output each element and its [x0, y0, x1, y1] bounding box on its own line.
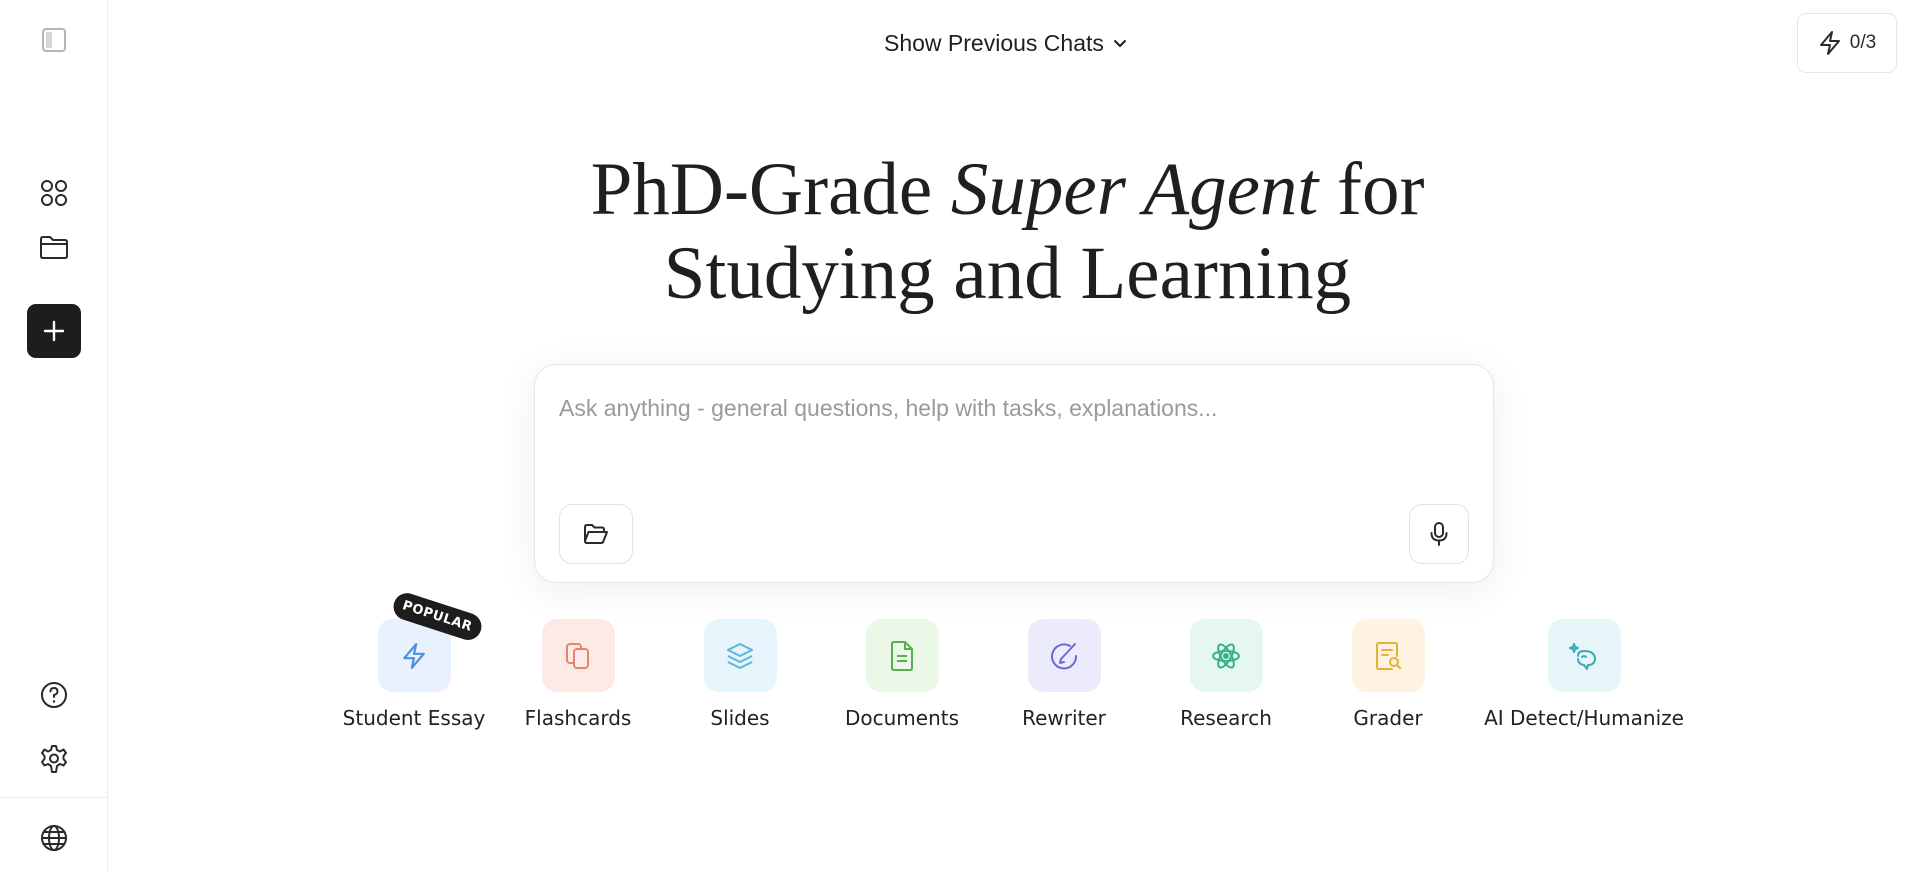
tool-label: Rewriter [1022, 706, 1106, 730]
document-icon [891, 640, 913, 671]
panel-toggle-icon[interactable] [27, 13, 81, 67]
title-line-2: Studying and Learning [663, 232, 1352, 315]
settings-icon[interactable] [27, 732, 81, 786]
tool-label: Slides [710, 706, 770, 730]
bolt-icon [403, 642, 425, 669]
tool-ai-detect-humanize[interactable]: AI Detect/Humanize [1484, 619, 1684, 730]
bolt-icon [1819, 31, 1840, 55]
tool-rewriter[interactable]: Rewriter [1022, 619, 1106, 730]
tool-grader-tile [1351, 619, 1425, 692]
new-chat-button[interactable] [27, 304, 81, 358]
tool-research[interactable]: Research [1180, 619, 1272, 730]
apps-grid-icon[interactable] [27, 166, 81, 220]
show-previous-chats-button[interactable]: Show Previous Chats [884, 24, 1128, 62]
prompt-input[interactable] [559, 395, 1459, 455]
humanize-icon [1569, 642, 1596, 670]
sidebar-divider [0, 797, 108, 798]
globe-icon[interactable] [27, 811, 81, 865]
tool-label: Student Essay [342, 706, 486, 730]
tool-documents[interactable]: Documents [845, 619, 959, 730]
help-icon[interactable] [27, 668, 81, 722]
cards-icon [566, 642, 589, 669]
atom-icon [1212, 642, 1240, 669]
tool-student-essay[interactable]: POPULAR Student Essay [343, 589, 485, 730]
chevron-down-icon [1113, 40, 1126, 47]
folder-icon[interactable] [27, 220, 81, 274]
title-italic: Super Agent [950, 148, 1319, 231]
tool-label: AI Detect/Humanize [1484, 706, 1684, 730]
tool-label: Research [1180, 706, 1272, 730]
tool-label: Documents [844, 706, 960, 730]
credits-button[interactable]: 0/3 [1797, 13, 1897, 73]
tool-slides-tile [703, 619, 777, 692]
page-title: PhD-Grade Super Agent for Studying and L… [480, 148, 1535, 316]
folder-open-icon [584, 524, 608, 544]
voice-input-button[interactable] [1409, 504, 1469, 564]
tool-research-tile [1189, 619, 1263, 692]
previous-chats-label: Show Previous Chats [884, 29, 1104, 56]
sidebar [0, 0, 108, 872]
tool-flashcards-tile [541, 619, 615, 692]
plus-icon [43, 320, 65, 342]
layers-icon [727, 642, 753, 669]
tool-flashcards[interactable]: Flashcards [522, 619, 634, 730]
title-part-1: PhD-Grade [590, 148, 951, 231]
microphone-icon [1430, 522, 1448, 546]
popular-badge: POPULAR [389, 589, 484, 644]
tool-label: Flashcards [524, 706, 632, 730]
tool-slides[interactable]: Slides [703, 619, 777, 730]
tool-grader[interactable]: Grader [1351, 619, 1425, 730]
credits-count: 0/3 [1849, 32, 1877, 53]
tool-documents-tile [865, 619, 939, 692]
tool-ai-detect-humanize-tile [1547, 619, 1621, 692]
grader-icon [1376, 641, 1401, 670]
tool-rewriter-tile [1027, 619, 1101, 692]
tool-label: Grader [1353, 706, 1423, 730]
title-part-2: for [1318, 148, 1425, 231]
attach-file-button[interactable] [559, 504, 633, 564]
rewrite-icon [1051, 642, 1078, 669]
prompt-card [534, 364, 1494, 583]
tool-student-essay-tile: POPULAR [377, 589, 484, 692]
